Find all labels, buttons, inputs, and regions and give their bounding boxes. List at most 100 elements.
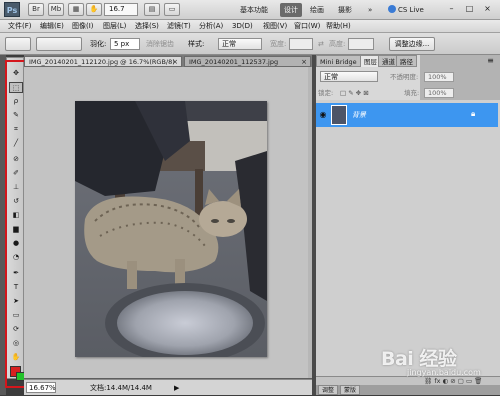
refine-edge-button[interactable]: 调整边缘...	[389, 37, 435, 51]
cs-live-label: CS Live	[398, 6, 424, 14]
shape-tool-icon[interactable]: ▭	[9, 310, 23, 321]
minimize-button[interactable]: –	[445, 3, 458, 15]
menu-bar: 文件(F) 编辑(E) 图像(I) 图层(L) 选择(S) 滤镜(T) 分析(A…	[0, 20, 500, 33]
opacity-label: 不透明度:	[390, 73, 419, 81]
height-label: 高度:	[329, 40, 346, 48]
screen-mode-icon[interactable]: ▭	[164, 3, 180, 16]
more-workspaces-button[interactable]: »	[364, 3, 376, 17]
maximize-button[interactable]: □	[463, 3, 476, 15]
tool-preset-picker[interactable]	[5, 37, 31, 51]
feather-label: 羽化:	[90, 40, 107, 48]
menu-analysis[interactable]: 分析(A)	[199, 20, 223, 33]
hand-tool-icon[interactable]: ✋	[86, 3, 102, 16]
eyedropper-tool-icon[interactable]: ╱	[9, 138, 23, 149]
bottom-panel-tabs: 调整 蒙版	[316, 385, 500, 395]
height-input[interactable]	[348, 38, 374, 50]
quick-select-tool-icon[interactable]: ✎	[9, 110, 23, 121]
document-tab-inactive[interactable]: IMG_20140201_112537.jpg ×	[184, 56, 311, 67]
baidu-watermark: Bai 经验 jingyan.baidu.com	[381, 344, 500, 384]
menu-window[interactable]: 窗口(W)	[294, 20, 320, 33]
workspace-essentials[interactable]: 基本功能	[236, 3, 272, 17]
blur-tool-icon[interactable]: ●	[9, 238, 23, 249]
status-doc-size: 文档:14.4M/14.4M	[90, 384, 152, 392]
cs-live-button[interactable]: CS Live	[388, 3, 438, 17]
blend-mode-select[interactable]: 正常	[320, 71, 378, 82]
fill-label: 填充:	[404, 89, 420, 97]
lock-label: 锁定:	[318, 89, 334, 97]
menu-filter[interactable]: 滤镜(T)	[167, 20, 191, 33]
width-label: 宽度:	[270, 40, 287, 48]
layer-name[interactable]: 背景	[352, 110, 366, 120]
move-tool-icon[interactable]: ✥	[9, 68, 23, 79]
close-window-button[interactable]: ×	[481, 3, 494, 15]
workspace-design[interactable]: 设计	[280, 3, 302, 17]
cs-live-icon	[388, 5, 396, 13]
3d-orbit-tool-icon[interactable]: ◎	[9, 338, 23, 349]
arrange-documents-icon[interactable]: ▤	[144, 3, 160, 16]
zoom-level-select[interactable]: 16.7	[104, 3, 138, 16]
document-tab-active[interactable]: IMG_20140201_112120.jpg @ 16.7%(RGB/8) ×	[24, 56, 182, 67]
app-title-bar: Ps Br Mb ▦ ✋ 16.7 ▤ ▭ 基本功能 设计 绘画 摄影 » CS…	[0, 0, 500, 20]
cat-photo[interactable]	[75, 101, 267, 357]
panel-menu-icon[interactable]: ≡	[484, 55, 497, 67]
path-select-tool-icon[interactable]: ➤	[9, 296, 23, 307]
menu-file[interactable]: 文件(F)	[8, 20, 32, 33]
minibridge-icon[interactable]: Mb	[48, 3, 64, 16]
antialias-checkbox[interactable]: 消除锯齿	[146, 39, 174, 49]
layer-thumbnail	[331, 105, 347, 125]
tab-masks[interactable]: 蒙版	[340, 385, 361, 395]
status-zoom-field[interactable]: 16.67%	[26, 382, 56, 393]
marquee-tool-icon[interactable]: ⬚	[9, 82, 23, 93]
workspace-painting[interactable]: 绘画	[306, 3, 328, 17]
menu-edit[interactable]: 编辑(E)	[40, 20, 64, 33]
layer-lock-icon: 🔒︎	[471, 109, 476, 118]
photoshop-logo: Ps	[4, 2, 20, 17]
brush-tool-icon[interactable]: ✐	[9, 168, 23, 179]
layer-list	[316, 100, 500, 380]
dodge-tool-icon[interactable]: ◔	[9, 252, 23, 263]
pen-tool-icon[interactable]: ✒	[9, 268, 23, 279]
type-tool-icon[interactable]: T	[9, 282, 23, 293]
menu-view[interactable]: 视图(V)	[263, 20, 287, 33]
opacity-input[interactable]: 100%	[424, 72, 454, 82]
selection-mode-buttons[interactable]	[36, 37, 82, 51]
width-input[interactable]	[289, 38, 313, 50]
menu-layer[interactable]: 图层(L)	[103, 20, 126, 33]
menu-help[interactable]: 帮助(H)	[326, 20, 351, 33]
style-label: 样式:	[188, 40, 205, 48]
lasso-tool-icon[interactable]: ρ	[9, 96, 23, 107]
style-select[interactable]: 正常	[218, 38, 262, 50]
gradient-tool-icon[interactable]: ▆	[9, 224, 23, 235]
status-arrow-icon[interactable]: ▶	[174, 380, 179, 396]
options-bar: 羽化: 5 px 消除锯齿 样式: 正常 宽度: ⇄ 高度: 调整边缘...	[0, 33, 500, 55]
hand-tool-icon-2[interactable]: ✋	[9, 352, 23, 363]
document-tab-label: IMG_20140201_112120.jpg @ 16.7%(RGB/8)	[29, 58, 175, 66]
document-tabs: IMG_20140201_112120.jpg @ 16.7%(RGB/8) ×…	[24, 55, 312, 67]
crop-tool-icon[interactable]: ⌗	[9, 124, 23, 135]
bridge-icon[interactable]: Br	[28, 3, 44, 16]
swap-icon[interactable]: ⇄	[318, 39, 324, 49]
watermark-logo-text: Bai 经验	[381, 348, 457, 370]
menu-image[interactable]: 图像(I)	[72, 20, 94, 33]
tab-adjustments[interactable]: 调整	[318, 385, 339, 395]
watermark-url: jingyan.baidu.com	[407, 368, 481, 377]
visibility-eye-icon[interactable]: ◉	[318, 109, 328, 121]
clone-stamp-tool-icon[interactable]: ⊥	[9, 182, 23, 193]
history-brush-tool-icon[interactable]: ↺	[9, 196, 23, 207]
tab-mini-bridge[interactable]: Mini Bridge	[316, 55, 361, 67]
feather-input[interactable]: 5 px	[110, 38, 140, 50]
fill-input[interactable]: 100%	[424, 88, 454, 98]
lock-icons[interactable]: □ ✎ ✥ ⊠	[340, 88, 369, 98]
tab-paths[interactable]: 路径	[396, 55, 417, 67]
3d-rotate-tool-icon[interactable]: ⟳	[9, 324, 23, 335]
menu-select[interactable]: 选择(S)	[135, 20, 159, 33]
document-tab-label: IMG_20140201_112537.jpg	[189, 58, 279, 66]
menu-3d[interactable]: 3D(D)	[232, 20, 253, 33]
status-bar: 16.67% 文档:14.4M/14.4M ▶	[24, 379, 312, 395]
view-extras-icon[interactable]: ▦	[68, 3, 84, 16]
lock-row: 锁定: □ ✎ ✥ ⊠ 填充: 100%	[318, 87, 498, 99]
tools-panel: ✥ ⬚ ρ ✎ ⌗ ╱ ⊘ ✐ ⊥ ↺ ◧ ▆ ● ◔ ✒ T ➤ ▭ ⟳ ◎ …	[6, 57, 24, 379]
healing-brush-tool-icon[interactable]: ⊘	[9, 154, 23, 165]
workspace-photography[interactable]: 摄影	[334, 3, 356, 17]
eraser-tool-icon[interactable]: ◧	[9, 210, 23, 221]
